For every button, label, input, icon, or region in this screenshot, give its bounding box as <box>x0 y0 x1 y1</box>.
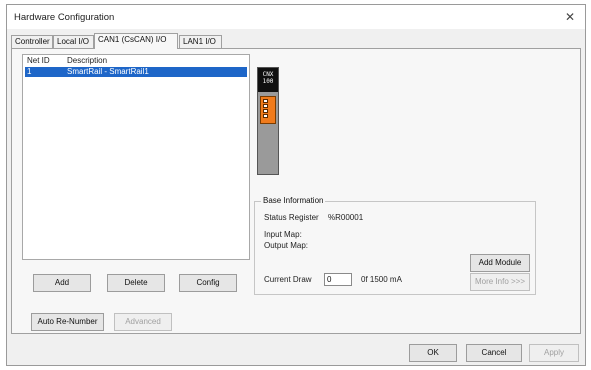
window-title: Hardware Configuration <box>14 12 115 23</box>
connector-pin <box>263 114 268 118</box>
status-register-label: Status Register <box>264 213 319 222</box>
net-id-column-header[interactable]: Net ID <box>27 56 50 65</box>
input-map-label: Input Map: <box>264 230 302 239</box>
add-module-button[interactable]: Add Module <box>470 254 530 272</box>
auto-renumber-button[interactable]: Auto Re-Number <box>31 313 104 331</box>
connector-pin <box>263 109 268 113</box>
module-label: CNX 100 <box>258 68 278 92</box>
output-map-label: Output Map: <box>264 241 309 250</box>
config-button[interactable]: Config <box>179 274 237 292</box>
close-icon[interactable]: ✕ <box>565 10 575 24</box>
tab-local-io[interactable]: Local I/O <box>53 35 94 48</box>
connector-pin <box>263 99 268 103</box>
add-button[interactable]: Add <box>33 274 91 292</box>
module-label-line2: 100 <box>262 78 274 85</box>
module-connector <box>260 96 276 124</box>
list-item[interactable]: 1 SmartRail - SmartRail1 <box>25 67 247 77</box>
module-label-line1: CNX <box>262 71 274 78</box>
title-bar: Hardware Configuration ✕ <box>7 5 585 29</box>
network-device-list[interactable]: Net ID Description 1 SmartRail - SmartRa… <box>22 54 250 260</box>
apply-button[interactable]: Apply <box>529 344 579 362</box>
ok-button[interactable]: OK <box>409 344 457 362</box>
hardware-configuration-window: Hardware Configuration ✕ Controller Loca… <box>6 4 586 366</box>
tab-lan1-io[interactable]: LAN1 I/O <box>179 35 222 48</box>
tab-can1-io[interactable]: CAN1 (CsCAN) I/O <box>94 33 178 49</box>
base-information-legend: Base Information <box>261 196 326 205</box>
status-register-value: %R00001 <box>328 213 364 222</box>
current-draw-label: Current Draw <box>264 275 312 284</box>
net-id-cell: 1 <box>27 67 32 76</box>
current-draw-max: 0f 1500 mA <box>361 275 402 284</box>
description-cell: SmartRail - SmartRail1 <box>67 67 149 76</box>
cancel-button[interactable]: Cancel <box>466 344 522 362</box>
description-column-header[interactable]: Description <box>67 56 107 65</box>
current-draw-field[interactable]: 0 <box>324 273 352 286</box>
cnx100-module-image: CNX 100 <box>257 67 279 175</box>
can1-io-panel: Net ID Description 1 SmartRail - SmartRa… <box>11 48 581 334</box>
advanced-button[interactable]: Advanced <box>114 313 172 331</box>
delete-button[interactable]: Delete <box>107 274 165 292</box>
base-information-group: Base Information Status Register %R00001… <box>254 196 536 295</box>
more-info-button[interactable]: More Info >>> <box>470 273 530 291</box>
tab-controller[interactable]: Controller <box>11 35 53 48</box>
connector-pin <box>263 104 268 108</box>
